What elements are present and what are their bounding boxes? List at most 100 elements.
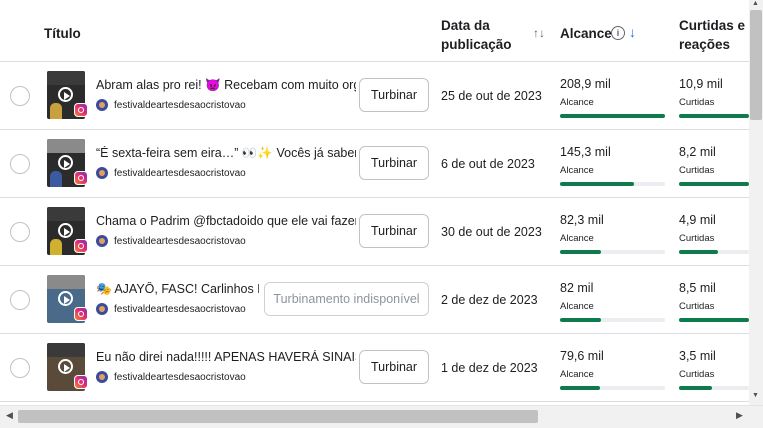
boost-button[interactable]: Turbinar bbox=[359, 350, 429, 384]
table-row[interactable]: 🎭 AJAYÔ, FASC! Carlinhos Bro… festivalde… bbox=[0, 266, 749, 334]
column-header-date[interactable]: Data da publicação bbox=[441, 16, 521, 54]
likes-metric: 8,5 mil Curtidas bbox=[679, 281, 716, 312]
account-avatar-icon bbox=[96, 235, 108, 247]
reach-label: Alcance bbox=[560, 369, 594, 380]
likes-bar-fill bbox=[679, 250, 718, 254]
likes-bar bbox=[679, 386, 749, 390]
post-caption[interactable]: Eu não direi nada!!!!! APENAS HAVERÁ SIN… bbox=[96, 350, 356, 364]
scroll-left-arrow-icon[interactable]: ◀ bbox=[6, 410, 13, 421]
posts-table: Título Data da publicação ↑↓ Alcance i ↓… bbox=[0, 0, 749, 405]
publish-date: 25 de out de 2023 bbox=[441, 89, 542, 103]
likes-bar bbox=[679, 182, 749, 186]
row-select-radio[interactable] bbox=[10, 86, 30, 106]
vertical-scrollbar[interactable]: ▲ ▼ bbox=[749, 0, 763, 405]
account-avatar-icon bbox=[96, 167, 108, 179]
reach-value: 82,3 mil bbox=[560, 213, 604, 227]
reach-bar bbox=[560, 250, 665, 254]
reach-bar bbox=[560, 318, 665, 322]
account-avatar-icon bbox=[96, 371, 108, 383]
likes-value: 10,9 mil bbox=[679, 77, 723, 91]
boost-button[interactable]: Turbinar bbox=[359, 214, 429, 248]
horizontal-scroll-thumb[interactable] bbox=[18, 410, 538, 423]
likes-label: Curtidas bbox=[679, 165, 715, 176]
row-select-radio[interactable] bbox=[10, 290, 30, 310]
post-caption[interactable]: “É sexta-feira sem eira…” 👀✨ Vocês já sa… bbox=[96, 146, 356, 161]
likes-metric: 3,5 mil Curtidas bbox=[679, 349, 716, 380]
post-caption[interactable]: Abram alas pro rei! 👿 Recebam com muito … bbox=[96, 78, 356, 93]
reach-bar-fill bbox=[560, 114, 665, 118]
boost-button[interactable]: Turbinar bbox=[359, 78, 429, 112]
reach-bar-fill bbox=[560, 250, 601, 254]
account-name: festivaldeartesdesaocristovao bbox=[114, 236, 246, 247]
account-name: festivaldeartesdesaocristovao bbox=[114, 168, 246, 179]
likes-bar-fill bbox=[679, 318, 749, 322]
video-play-icon bbox=[58, 223, 73, 238]
info-icon[interactable]: i bbox=[611, 26, 625, 40]
likes-metric: 4,9 mil Curtidas bbox=[679, 213, 716, 244]
likes-bar-fill bbox=[679, 182, 749, 186]
likes-bar bbox=[679, 250, 749, 254]
likes-value: 8,5 mil bbox=[679, 281, 716, 295]
reach-label: Alcance bbox=[560, 233, 594, 244]
likes-value: 3,5 mil bbox=[679, 349, 716, 363]
reach-bar bbox=[560, 386, 665, 390]
column-header-likes[interactable]: Curtidas e reações bbox=[679, 16, 749, 54]
account-avatar-icon bbox=[96, 303, 108, 315]
likes-value: 4,9 mil bbox=[679, 213, 716, 227]
likes-metric: 8,2 mil Curtidas bbox=[679, 145, 716, 176]
reach-metric: 82 mil Alcance bbox=[560, 281, 594, 312]
horizontal-scrollbar[interactable]: ◀ ▶ bbox=[0, 405, 763, 428]
row-select-radio[interactable] bbox=[10, 358, 30, 378]
sort-icon[interactable]: ↑↓ bbox=[533, 26, 545, 40]
likes-metric: 10,9 mil Curtidas bbox=[679, 77, 723, 108]
table-row[interactable]: “É sexta-feira sem eira…” 👀✨ Vocês já sa… bbox=[0, 130, 749, 198]
table-row[interactable]: Abram alas pro rei! 👿 Recebam com muito … bbox=[0, 62, 749, 130]
boost-unavailable-button[interactable]: Turbinamento indisponível bbox=[264, 282, 429, 316]
scroll-up-arrow-icon[interactable]: ▲ bbox=[752, 0, 759, 7]
video-play-icon bbox=[58, 155, 73, 170]
scroll-down-arrow-icon[interactable]: ▼ bbox=[752, 392, 759, 399]
reach-bar-fill bbox=[560, 182, 634, 186]
reach-value: 208,9 mil bbox=[560, 77, 611, 91]
instagram-icon bbox=[74, 103, 88, 117]
reach-metric: 79,6 mil Alcance bbox=[560, 349, 604, 380]
likes-value: 8,2 mil bbox=[679, 145, 716, 159]
likes-bar-fill bbox=[679, 114, 749, 118]
publish-date: 30 de out de 2023 bbox=[441, 225, 542, 239]
vertical-scroll-thumb[interactable] bbox=[750, 10, 762, 120]
row-select-radio[interactable] bbox=[10, 222, 30, 242]
post-caption[interactable]: 🎭 AJAYÔ, FASC! Carlinhos Bro… bbox=[96, 282, 259, 297]
likes-bar bbox=[679, 114, 749, 118]
reach-bar-fill bbox=[560, 386, 600, 390]
likes-label: Curtidas bbox=[679, 97, 715, 108]
instagram-icon bbox=[74, 239, 88, 253]
likes-label: Curtidas bbox=[679, 233, 715, 244]
publish-date: 2 de dez de 2023 bbox=[441, 293, 538, 307]
sort-desc-icon[interactable]: ↓ bbox=[629, 24, 636, 40]
reach-value: 145,3 mil bbox=[560, 145, 611, 159]
row-select-radio[interactable] bbox=[10, 154, 30, 174]
video-play-icon bbox=[58, 291, 73, 306]
publish-date: 1 de dez de 2023 bbox=[441, 361, 538, 375]
likes-label: Curtidas bbox=[679, 301, 715, 312]
table-row[interactable]: Eu não direi nada!!!!! APENAS HAVERÁ SIN… bbox=[0, 334, 749, 402]
likes-label: Curtidas bbox=[679, 369, 715, 380]
reach-metric: 82,3 mil Alcance bbox=[560, 213, 604, 244]
reach-value: 82 mil bbox=[560, 281, 594, 295]
account-name: festivaldeartesdesaocristovao bbox=[114, 100, 246, 111]
reach-label: Alcance bbox=[560, 165, 594, 176]
reach-label: Alcance bbox=[560, 301, 594, 312]
publish-date: 6 de out de 2023 bbox=[441, 157, 535, 171]
reach-label: Alcance bbox=[560, 97, 594, 108]
boost-button[interactable]: Turbinar bbox=[359, 146, 429, 180]
column-header-reach[interactable]: Alcance bbox=[560, 26, 612, 41]
reach-metric: 145,3 mil Alcance bbox=[560, 145, 611, 176]
likes-bar bbox=[679, 318, 749, 322]
account-name: festivaldeartesdesaocristovao bbox=[114, 372, 246, 383]
instagram-icon bbox=[74, 171, 88, 185]
table-row[interactable]: Chama o Padrim @fbctadoido que ele vai f… bbox=[0, 198, 749, 266]
post-caption[interactable]: Chama o Padrim @fbctadoido que ele vai f… bbox=[96, 214, 356, 228]
instagram-icon bbox=[74, 375, 88, 389]
scroll-right-arrow-icon[interactable]: ▶ bbox=[736, 410, 743, 421]
column-header-title[interactable]: Título bbox=[44, 26, 81, 41]
